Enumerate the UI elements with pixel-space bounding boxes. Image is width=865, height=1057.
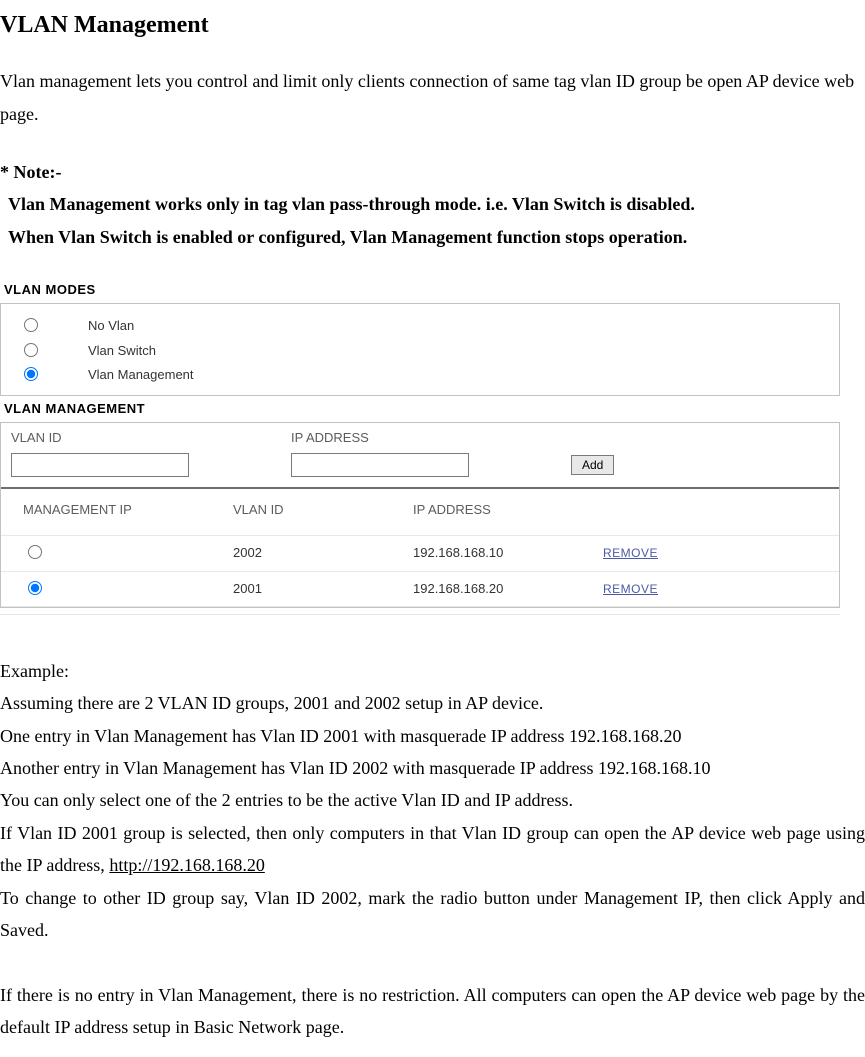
example-p6: To change to other ID group say, Vlan ID… [0, 882, 865, 947]
example-ip-link[interactable]: http://192.168.168.20 [109, 855, 265, 875]
management-ip-radio-0[interactable] [28, 545, 42, 559]
col-header-ip-address: IP ADDRESS [403, 489, 593, 536]
example-label: Example: [0, 655, 865, 687]
example-p7: If there is no entry in Vlan Management,… [0, 979, 865, 1044]
note-label: * Note:- [0, 156, 865, 188]
vlan-mode-radio-vlan-switch[interactable] [24, 343, 38, 357]
add-ip-address-input[interactable] [291, 453, 469, 477]
note-line-2: When Vlan Switch is enabled or configure… [0, 221, 865, 253]
vlan-mode-label-vlan-management: Vlan Management [88, 363, 194, 387]
vlan-mode-label-vlan-switch: Vlan Switch [88, 339, 194, 363]
note-block: * Note:- Vlan Management works only in t… [0, 156, 865, 253]
vlan-management-header: VLAN MANAGEMENT [0, 396, 840, 422]
remove-link-1[interactable]: REMOVE [603, 582, 658, 596]
example-p3: Another entry in Vlan Management has Vla… [0, 752, 865, 784]
example-p1: Assuming there are 2 VLAN ID groups, 200… [0, 687, 865, 719]
table-row: 2001 192.168.168.20 REMOVE [1, 571, 839, 606]
vlan-mode-label-no-vlan: No Vlan [88, 314, 194, 338]
table-ip-address-1: 192.168.168.20 [403, 571, 593, 606]
vlan-add-section: VLAN ID IP ADDRESS Add [1, 423, 839, 489]
example-p4: You can only select one of the 2 entries… [0, 784, 865, 816]
table-ip-address-0: 192.168.168.10 [403, 536, 593, 571]
management-ip-radio-1[interactable] [28, 581, 42, 595]
add-ip-address-label: IP ADDRESS [291, 429, 571, 447]
example-p2: One entry in Vlan Management has Vlan ID… [0, 720, 865, 752]
table-vlan-id-0: 2002 [223, 536, 403, 571]
vlan-modes-header: VLAN MODES [0, 277, 840, 303]
vlan-management-table: MANAGEMENT IP VLAN ID IP ADDRESS 2002 19… [1, 489, 839, 607]
vlan-mode-radio-vlan-management[interactable] [24, 367, 38, 381]
vlan-management-box: VLAN ID IP ADDRESS Add MANAGEMENT IP VLA… [0, 422, 840, 608]
table-vlan-id-1: 2001 [223, 571, 403, 606]
page-title: VLAN Management [0, 4, 865, 47]
col-header-management-ip: MANAGEMENT IP [1, 489, 223, 536]
vlan-mode-radio-no-vlan[interactable] [24, 318, 38, 332]
add-vlan-id-label: VLAN ID [11, 429, 291, 447]
note-line-1: Vlan Management works only in tag vlan p… [0, 188, 865, 220]
example-p5: If Vlan ID 2001 group is selected, then … [0, 817, 865, 882]
table-row: 2002 192.168.168.10 REMOVE [1, 536, 839, 571]
col-header-vlan-id: VLAN ID [223, 489, 403, 536]
remove-link-0[interactable]: REMOVE [603, 546, 658, 560]
add-vlan-id-input[interactable] [11, 453, 189, 477]
vlan-modes-box: No Vlan Vlan Switch Vlan Management [0, 303, 840, 396]
vlan-config-panel: VLAN MODES No Vlan Vlan Switch Vlan Mana… [0, 277, 840, 615]
add-button[interactable]: Add [571, 455, 614, 475]
intro-paragraph: Vlan management lets you control and lim… [0, 65, 865, 130]
